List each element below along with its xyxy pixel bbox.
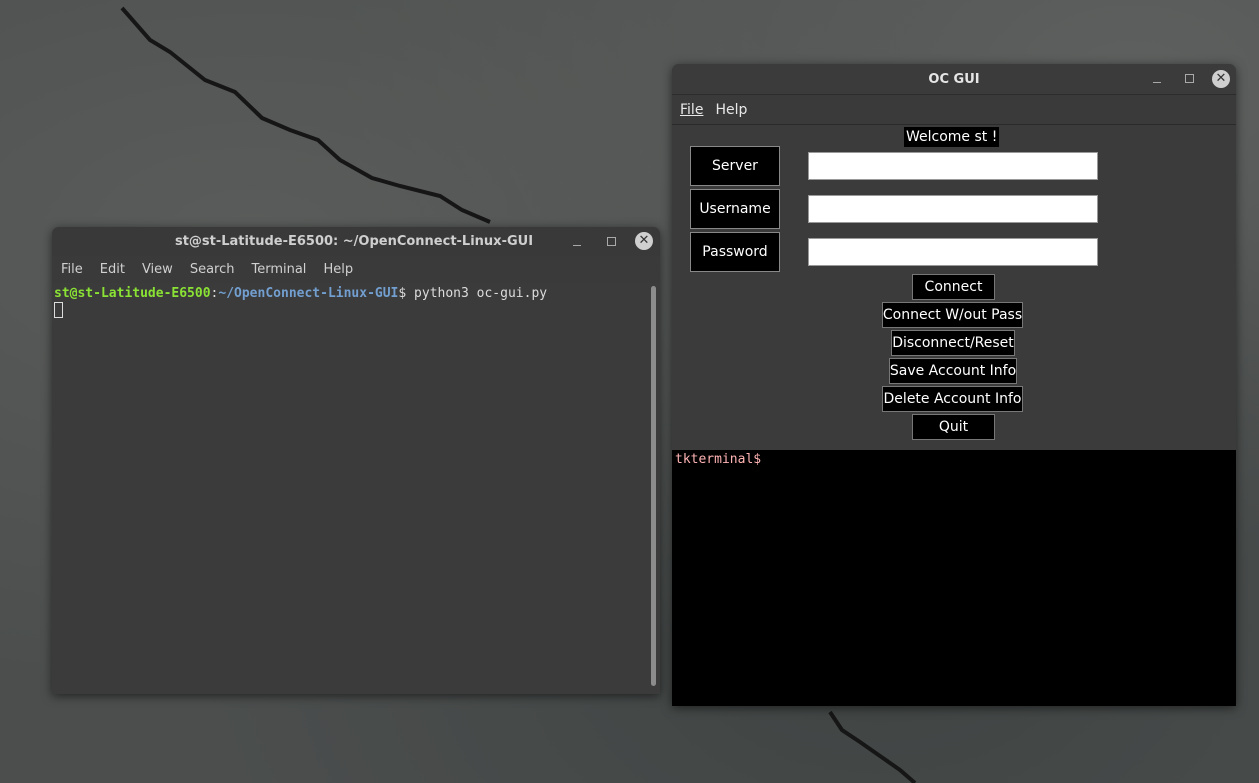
server-input[interactable] <box>808 152 1098 180</box>
menu-view[interactable]: View <box>142 262 173 277</box>
menu-terminal[interactable]: Terminal <box>251 262 306 277</box>
terminal-scrollbar[interactable] <box>651 286 656 686</box>
prompt-path: ~/OpenConnect-Linux-GUI <box>218 286 399 301</box>
server-label: Server <box>690 146 780 186</box>
menu-edit[interactable]: Edit <box>100 262 125 277</box>
oc-gui-form: Welcome st ! Server Username Password Co… <box>672 125 1236 450</box>
minimize-icon[interactable] <box>570 235 584 249</box>
tkterminal-console[interactable]: tkterminal$ <box>672 450 1236 706</box>
terminal-window: st@st-Latitude-E6500: ~/OpenConnect-Linu… <box>52 227 660 694</box>
password-label: Password <box>690 232 780 272</box>
connect-button[interactable]: Connect <box>912 274 995 300</box>
password-input[interactable] <box>808 238 1098 266</box>
minimize-icon[interactable] <box>1150 72 1164 86</box>
terminal-command: python3 oc-gui.py <box>406 286 548 301</box>
menu-help[interactable]: Help <box>323 262 353 277</box>
disconnect-reset-button[interactable]: Disconnect/Reset <box>891 330 1015 356</box>
username-input[interactable] <box>808 195 1098 223</box>
menu-file[interactable]: File <box>680 102 703 118</box>
menu-search[interactable]: Search <box>190 262 235 277</box>
close-icon[interactable]: ✕ <box>635 232 653 250</box>
maximize-icon[interactable] <box>1182 71 1196 85</box>
terminal-menubar: File Edit View Search Terminal Help <box>52 256 660 283</box>
menu-help[interactable]: Help <box>715 102 747 118</box>
welcome-label: Welcome st ! <box>904 127 1000 147</box>
terminal-cursor <box>54 302 63 318</box>
oc-gui-title: OC GUI <box>928 71 980 87</box>
console-prompt: tkterminal$ <box>675 452 762 467</box>
close-icon[interactable]: ✕ <box>1212 70 1230 88</box>
oc-gui-window: OC GUI ✕ File Help Welcome st ! Server U… <box>672 64 1236 706</box>
delete-account-info-button[interactable]: Delete Account Info <box>882 386 1023 412</box>
menu-file[interactable]: File <box>61 262 83 277</box>
terminal-title: st@st-Latitude-E6500: ~/OpenConnect-Linu… <box>174 234 534 249</box>
username-label: Username <box>690 189 780 229</box>
terminal-command-line: st@st-Latitude-E6500:~/OpenConnect-Linux… <box>54 286 547 301</box>
quit-button[interactable]: Quit <box>912 414 995 440</box>
maximize-icon[interactable] <box>604 234 618 248</box>
oc-gui-menubar: File Help <box>672 94 1236 125</box>
prompt-user: st@st-Latitude-E6500 <box>54 286 211 301</box>
terminal-titlebar[interactable]: st@st-Latitude-E6500: ~/OpenConnect-Linu… <box>52 227 660 256</box>
oc-gui-titlebar[interactable]: OC GUI ✕ <box>672 64 1236 94</box>
save-account-info-button[interactable]: Save Account Info <box>889 358 1017 384</box>
connect-without-pass-button[interactable]: Connect W/out Pass <box>882 302 1023 328</box>
terminal-body[interactable]: st@st-Latitude-E6500:~/OpenConnect-Linux… <box>52 283 660 694</box>
